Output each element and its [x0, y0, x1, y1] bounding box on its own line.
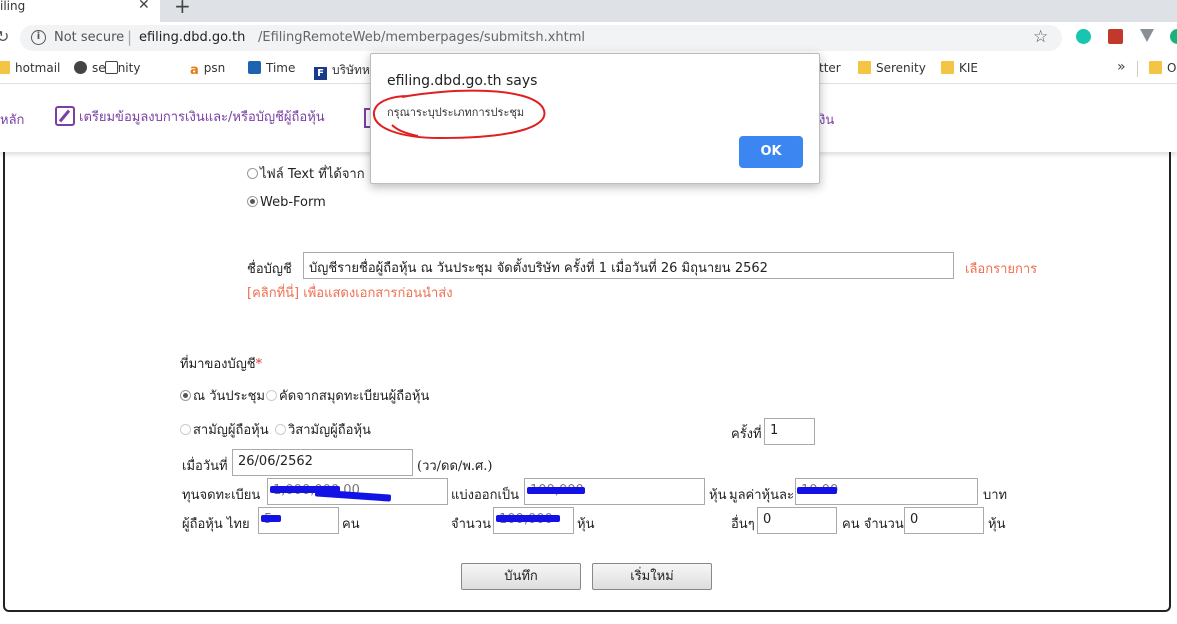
bookmark-company[interactable]: F บริษัทห	[314, 61, 370, 80]
nav-prepare-data[interactable]: เตรียมข้อมูลงบการเงินและ/หรือบัญชีผู้ถือ…	[55, 106, 325, 127]
edit-icon	[55, 106, 75, 126]
security-label[interactable]: Not secure	[54, 30, 124, 45]
bookmark-other[interactable]: O	[1149, 61, 1176, 75]
ok-button[interactable]: OK	[739, 136, 803, 168]
new-tab-icon[interactable]: +	[174, 0, 191, 18]
url-separator: |	[127, 28, 133, 46]
tab-title: iling	[0, 0, 26, 13]
extension-red-icon[interactable]	[1108, 29, 1123, 44]
bookmark-psn-book[interactable]	[105, 61, 123, 75]
info-icon[interactable]: i	[31, 30, 46, 45]
bookmark-serenity-folder[interactable]: Serenity	[858, 61, 926, 75]
nav-finance[interactable]: งิน	[819, 109, 834, 130]
folder-icon	[941, 61, 954, 74]
dialog-message: กรุณาระบุประเภทการประชุม	[387, 106, 525, 119]
bookmark-kie[interactable]: KIE	[941, 61, 978, 75]
bookmark-tter[interactable]: tter	[819, 61, 841, 75]
address-bar[interactable]: i Not secure | efiling.dbd.go.th /Efilin…	[20, 25, 1062, 51]
bookmarks-divider	[1137, 61, 1138, 77]
folder-icon	[1149, 61, 1162, 74]
bookmark-psn[interactable]: a psn	[190, 61, 225, 78]
bookmark-hotmail[interactable]: hotmail	[0, 61, 60, 75]
close-icon[interactable]: ✕	[138, 0, 150, 13]
browser-tab[interactable]: iling ✕	[0, 0, 160, 22]
browser-toolbar: ↻ i Not secure | efiling.dbd.go.th /Efil…	[0, 22, 1177, 54]
alert-dialog: efiling.dbd.go.th says กรุณาระบุประเภทกา…	[370, 53, 820, 184]
extension-vue-icon[interactable]	[1140, 29, 1154, 42]
time-icon	[248, 61, 261, 74]
more-bookmarks-icon[interactable]: »	[1117, 59, 1126, 75]
dialog-title: efiling.dbd.go.th says	[387, 73, 538, 89]
book-icon	[105, 61, 118, 74]
nav-home[interactable]: หลัก	[0, 109, 24, 130]
amazon-icon: a	[190, 63, 199, 78]
folder-icon	[0, 61, 10, 74]
f-logo-icon: F	[314, 67, 327, 80]
url-host[interactable]: efiling.dbd.go.th	[139, 30, 245, 45]
url-path[interactable]: /EfilingRemoteWeb/memberpages/submitsh.x…	[258, 30, 585, 45]
bookmark-star-icon[interactable]: ☆	[1033, 27, 1048, 47]
github-icon	[74, 61, 87, 74]
bookmark-time[interactable]: Time	[248, 61, 295, 75]
extension-teal-icon[interactable]	[1076, 29, 1091, 44]
reload-icon[interactable]: ↻	[0, 27, 9, 46]
form-frame	[3, 140, 1171, 612]
extension-green-icon[interactable]	[1170, 29, 1177, 44]
folder-icon	[858, 61, 871, 74]
browser-tabstrip: iling ✕ +	[0, 0, 1177, 22]
